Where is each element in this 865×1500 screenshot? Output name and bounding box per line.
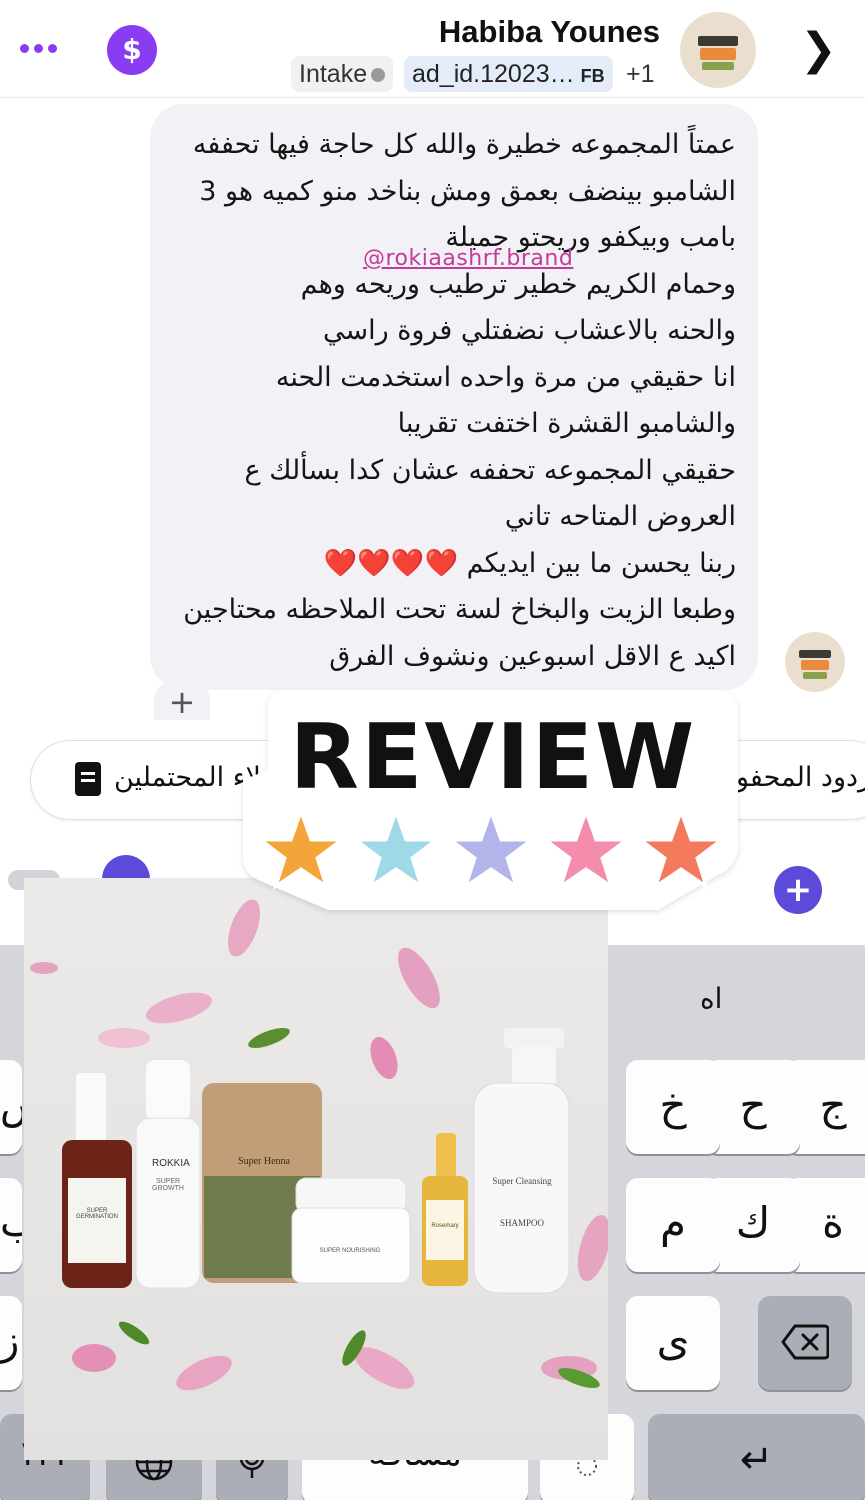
message-line-with-hearts: ربنا يحسن ما بين ايديكم ❤️❤️❤️❤️ xyxy=(172,541,736,588)
add-attachment-button[interactable]: + xyxy=(774,866,822,914)
ad-source-label: FB xyxy=(580,66,605,86)
product-label: SUPER NOURISHING xyxy=(319,1248,381,1254)
more-tags-button[interactable]: +1 xyxy=(618,56,663,92)
payment-button[interactable]: $ xyxy=(107,25,157,75)
message-line: حقيقي المجموعه تحففه عشان كدا بسألك ع xyxy=(244,454,737,486)
intake-label: Intake xyxy=(299,60,368,88)
hearts-emoji: ❤️❤️❤️❤️ xyxy=(323,547,459,579)
message-bubble[interactable]: عمتاً المجموعه خطيرة والله كل حاجة فيها … xyxy=(150,104,758,690)
backspace-icon xyxy=(781,1324,830,1360)
message-line: عمتاً المجموعه خطيرة والله كل حاجة فيها … xyxy=(192,129,736,160)
brand-watermark: @rokiaashrf.brand xyxy=(363,246,574,271)
message-line: العروض المتاحه تاني xyxy=(504,501,736,532)
message-text: ربنا يحسن ما بين ايديكم xyxy=(466,547,736,579)
product-label: SHAMPOO xyxy=(499,1218,544,1228)
message-line: الشامبو بينضف بعمق ومش بناخد منو كميه هو… xyxy=(199,175,736,207)
key[interactable]: خ xyxy=(626,1060,720,1154)
ad-id-label: ad_id.12023… xyxy=(412,60,575,88)
product-photo-art xyxy=(30,899,608,1391)
message-line: اكيد ع الاقل اسبوعين ونشوف الفرق xyxy=(329,640,736,672)
key[interactable]: م xyxy=(626,1178,720,1272)
chevron-right-icon[interactable]: ❯ xyxy=(800,28,837,72)
backspace-key[interactable] xyxy=(758,1296,852,1390)
key[interactable]: ى xyxy=(626,1296,720,1390)
product-photo: ROKKIA SUPER GERMINATION SUPER GROWTH Su… xyxy=(24,878,608,1460)
message-line: والحنه بالاعشاب نضفتلي فروة راسي xyxy=(323,315,736,346)
sender-avatar xyxy=(785,632,845,692)
document-icon xyxy=(75,762,101,796)
product-brand-label: ROKKIA xyxy=(152,1158,190,1169)
message-line: انا حقيقي من مرة واحده استخدمت الحنه xyxy=(275,361,736,393)
intake-tag[interactable]: Intake xyxy=(291,56,394,92)
review-title: REVIEW xyxy=(290,705,697,810)
product-label: SUPER GERMINATION xyxy=(76,1208,118,1220)
key-partial[interactable]: س xyxy=(0,1060,22,1154)
return-key[interactable]: ↵ xyxy=(648,1414,865,1500)
status-dot-icon xyxy=(371,68,386,83)
avatar[interactable] xyxy=(680,12,756,88)
key-partial[interactable]: ب xyxy=(0,1178,22,1272)
product-label: Super Cleansing xyxy=(492,1176,552,1186)
contact-name: Habiba Younes xyxy=(438,14,660,49)
chat-header: $ Habiba Younes Intake ad_id.12023… FB +1… xyxy=(0,0,865,98)
more-options-icon[interactable] xyxy=(20,44,57,53)
product-label: Super Henna xyxy=(238,1156,290,1167)
key-partial[interactable]: ز xyxy=(0,1296,22,1390)
key[interactable]: ح xyxy=(706,1060,800,1154)
product-label: Rosemary xyxy=(431,1223,459,1229)
ad-id-tag[interactable]: ad_id.12023… FB xyxy=(404,56,613,92)
keyboard-suggestion[interactable]: اه xyxy=(700,982,722,1015)
product-label: SUPER GROWTH xyxy=(152,1178,184,1192)
review-sticker: REVIEW xyxy=(242,690,739,910)
message-line: وطبعا الزيت والبخاخ لسة تحت الملاحظه محت… xyxy=(183,594,736,625)
key[interactable]: ك xyxy=(706,1178,800,1272)
message-line: والشامبو القشرة اختفت تقريبا xyxy=(397,408,736,439)
add-reaction-icon[interactable]: + xyxy=(154,680,210,721)
